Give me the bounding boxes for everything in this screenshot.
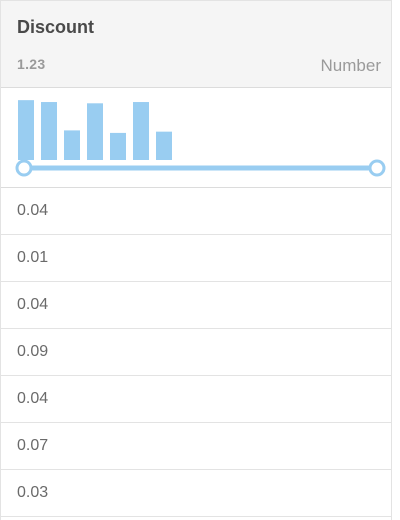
- discount-value: 0.07: [17, 437, 49, 454]
- column-header[interactable]: Discount 1.23 Number: [1, 0, 391, 88]
- table-row[interactable]: 0.04: [1, 376, 391, 423]
- discount-value: 0.03: [17, 484, 49, 501]
- table-row[interactable]: 0.04: [1, 188, 391, 235]
- histogram-bar: [87, 103, 103, 160]
- histogram-svg: [15, 100, 386, 177]
- range-slider-min-handle[interactable]: [15, 159, 33, 177]
- histogram-bar: [110, 132, 126, 160]
- table-row[interactable]: 0.07: [1, 423, 391, 470]
- histogram-bar: [41, 102, 57, 160]
- table-row[interactable]: 0.01: [1, 235, 391, 282]
- number-type-icon: 1.23: [17, 56, 46, 72]
- column-title: Discount: [17, 17, 95, 37]
- column-type-label: Number: [320, 56, 381, 75]
- discount-value: 0.01: [17, 249, 49, 266]
- value-list: 0.04 0.01 0.04 0.09 0.04 0.07 0.03: [1, 188, 391, 517]
- discount-value: 0.04: [17, 296, 49, 313]
- discount-column: Discount 1.23 Number 0.04 0.01 0.04 0.09 0.0…: [0, 0, 392, 520]
- right-gutter: [392, 0, 400, 520]
- table-row[interactable]: 0.09: [1, 329, 391, 376]
- histogram-bar: [133, 102, 149, 160]
- range-slider-max-handle[interactable]: [368, 159, 386, 177]
- histogram-filter: [1, 88, 391, 188]
- table-row[interactable]: 0.03: [1, 470, 391, 517]
- histogram-bar: [64, 130, 80, 160]
- discount-value: 0.04: [17, 390, 49, 407]
- histogram-bar: [156, 131, 172, 160]
- discount-value: 0.04: [17, 202, 49, 219]
- table-row[interactable]: 0.04: [1, 282, 391, 329]
- histogram-bar: [18, 100, 34, 160]
- discount-value: 0.09: [17, 343, 49, 360]
